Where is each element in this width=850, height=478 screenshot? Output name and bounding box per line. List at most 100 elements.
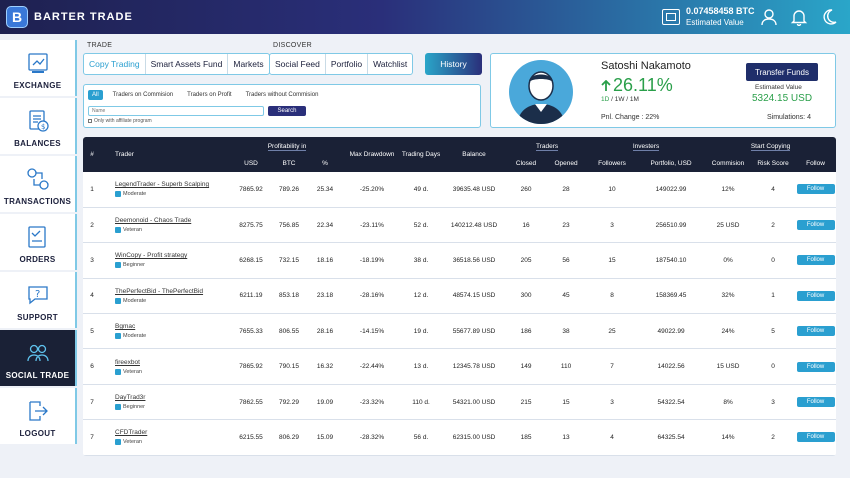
trader-name-link[interactable]: LegendTrader - Superb Scalping bbox=[115, 181, 231, 188]
trader-level: Veteran bbox=[115, 227, 231, 234]
cell-dd: -18.19% bbox=[343, 242, 402, 279]
trader-cell: LegendTrader - Superb Scalping Moderate bbox=[101, 172, 231, 208]
table-header-row-1: # Trader Profitability in Max Drawdown T… bbox=[83, 137, 836, 158]
header-opened[interactable]: Opened bbox=[545, 155, 587, 172]
trader-name-link[interactable]: Bgmac bbox=[115, 323, 231, 330]
cell-days: 52 d. bbox=[401, 207, 442, 244]
table-row[interactable]: 6 fireexbot Veteran 7865.92 790.15 16.32 -2… bbox=[83, 348, 836, 385]
cell-opened: 13 bbox=[545, 419, 588, 456]
tab-smart-assets-fund[interactable]: Smart Assets Fund bbox=[146, 54, 229, 74]
row-num: 1 bbox=[83, 172, 101, 208]
sidebar-item-exchange[interactable]: EXCHANGE bbox=[0, 40, 77, 96]
trader-name-link[interactable]: Deemonoid - Chaos Trade bbox=[115, 217, 231, 224]
sidebar-item-logout[interactable]: LOGOUT bbox=[0, 388, 77, 444]
sidebar-item-balances[interactable]: $ BALANCES bbox=[0, 98, 77, 154]
tab-markets[interactable]: Markets bbox=[228, 54, 268, 74]
header-portfolio[interactable]: Portfolio, USD bbox=[637, 155, 705, 172]
filter-all[interactable]: All bbox=[88, 90, 103, 100]
affiliate-checkbox[interactable]: Only with affiliate program bbox=[88, 118, 152, 124]
cell-closed: 260 bbox=[507, 172, 546, 208]
cell-risk: 4 bbox=[751, 172, 796, 208]
table-row[interactable]: 4 ThePerfectBid - ThePerfectBid Moderate… bbox=[83, 278, 836, 315]
user-icon[interactable] bbox=[760, 8, 778, 26]
cell-balance: 62315.00 USD bbox=[441, 419, 508, 456]
filter-profit[interactable]: Traders on Profit bbox=[183, 90, 235, 100]
tab-watchlist[interactable]: Watchlist bbox=[368, 54, 412, 74]
level-icon bbox=[115, 333, 121, 340]
follow-button[interactable]: Follow bbox=[796, 361, 835, 372]
cell-opened: 56 bbox=[545, 242, 588, 279]
cell-closed: 16 bbox=[507, 207, 546, 244]
row-num: 3 bbox=[83, 242, 101, 279]
header-closed[interactable]: Closed bbox=[507, 155, 545, 172]
follow-button[interactable]: Follow bbox=[796, 255, 835, 266]
cell-days: 19 d. bbox=[401, 313, 442, 350]
discover-tabs: Social Feed Portfolio Watchlist bbox=[269, 53, 414, 75]
trader-name-link[interactable]: WinCopy - Profit strategy bbox=[115, 252, 231, 259]
trader-name-link[interactable]: fireexbot bbox=[115, 359, 231, 366]
avatar-person-icon bbox=[517, 71, 565, 124]
header-trader[interactable]: Trader bbox=[101, 137, 231, 172]
cell-pct: 23.18 bbox=[307, 278, 344, 315]
table-row[interactable]: 5 Bgmac Moderate 7655.33 806.55 28.16 -14.1… bbox=[83, 313, 836, 350]
affiliate-label: Only with affiliate program bbox=[94, 118, 152, 124]
header-risk-score[interactable]: Risk Score bbox=[751, 155, 795, 172]
trader-name-link[interactable]: CFDTrader bbox=[115, 429, 231, 436]
sidebar-item-label: TRANSACTIONS bbox=[3, 197, 72, 206]
sidebar-item-orders[interactable]: ORDERS bbox=[0, 214, 77, 270]
trade-tabs: Copy Trading Smart Assets Fund Markets bbox=[83, 53, 270, 75]
table-row[interactable]: 1 LegendTrader - Superb Scalping Moderat… bbox=[83, 172, 836, 208]
filter-no-commision[interactable]: Traders without Commision bbox=[242, 90, 323, 100]
pnl-change: Pnl. Change : 22% bbox=[601, 114, 660, 121]
tab-copy-trading[interactable]: Copy Trading bbox=[84, 54, 146, 74]
header-btc[interactable]: BTC bbox=[271, 155, 307, 172]
header-usd[interactable]: USD bbox=[231, 155, 271, 172]
profile-card: Satoshi Nakamoto 26.11% 1D / 1W / 1M Pnl… bbox=[490, 53, 836, 128]
trader-level: Moderate bbox=[115, 297, 231, 304]
transfer-funds-button[interactable]: Transfer Funds bbox=[746, 63, 818, 81]
search-input[interactable] bbox=[88, 106, 264, 116]
table-row[interactable]: 2 Deemonoid - Chaos Trade Veteran 8275.7… bbox=[83, 207, 836, 244]
trader-level: Veteran bbox=[115, 368, 231, 375]
checkbox-box[interactable] bbox=[88, 119, 92, 123]
table-row[interactable]: 7 DayTrad3r Beginner 7862.55 792.29 19.09-… bbox=[83, 384, 836, 421]
estimated-value-label: Estimated Value bbox=[755, 84, 802, 91]
trader-name-link[interactable]: DayTrad3r bbox=[115, 394, 231, 401]
period-selector[interactable]: 1D / 1W / 1M bbox=[601, 96, 639, 103]
follow-button[interactable]: Follow bbox=[796, 326, 835, 337]
follow-button[interactable]: Follow bbox=[796, 220, 835, 231]
follow-button[interactable]: Follow bbox=[796, 184, 835, 195]
cell-commision: 24% bbox=[705, 313, 752, 350]
app-logo[interactable]: B BARTER TRADE bbox=[6, 6, 133, 28]
bell-icon[interactable] bbox=[790, 8, 808, 26]
filter-commision[interactable]: Traders on Commision bbox=[109, 90, 177, 100]
cell-portfolio: 54322.54 bbox=[637, 384, 706, 421]
cell-balance: 48574.15 USD bbox=[441, 278, 508, 315]
cell-balance: 39635.48 USD bbox=[441, 172, 508, 208]
follow-button[interactable]: Follow bbox=[796, 432, 835, 443]
header-balance[interactable]: Balance bbox=[441, 137, 507, 172]
header-followers[interactable]: Followers bbox=[587, 155, 637, 172]
follow-button[interactable]: Follow bbox=[796, 290, 835, 301]
sidebar-item-support[interactable]: ? SUPPORT bbox=[0, 272, 77, 328]
period-others[interactable]: / 1W / 1M bbox=[609, 96, 639, 103]
header-commision[interactable]: Commision bbox=[705, 155, 751, 172]
sidebar-item-social-trade[interactable]: SOCIAL TRADE bbox=[0, 330, 77, 386]
moon-icon[interactable] bbox=[820, 8, 838, 26]
table-row[interactable]: 3 WinCopy - Profit strategy Beginner 626… bbox=[83, 242, 836, 279]
wallet-summary[interactable]: 0.07458458 BTC Estimated Value bbox=[662, 6, 755, 28]
tab-social-feed[interactable]: Social Feed bbox=[270, 54, 326, 74]
trader-name-link[interactable]: ThePerfectBid - ThePerfectBid bbox=[115, 288, 231, 295]
follow-button[interactable]: Follow bbox=[796, 397, 835, 408]
header-drawdown[interactable]: Max Drawdown bbox=[343, 137, 401, 172]
table-row[interactable]: 7 CFDTrader Veteran 6215.55 806.29 15.09 -2… bbox=[83, 419, 836, 456]
row-num: 4 bbox=[83, 278, 101, 315]
search-button[interactable]: Search bbox=[268, 106, 306, 116]
tab-portfolio[interactable]: Portfolio bbox=[326, 54, 369, 74]
header-pct[interactable]: % bbox=[307, 155, 343, 172]
cell-portfolio: 14022.56 bbox=[637, 348, 706, 385]
wallet-estimated-label: Estimated Value bbox=[686, 18, 744, 27]
sidebar-item-transactions[interactable]: TRANSACTIONS bbox=[0, 156, 77, 212]
history-button[interactable]: History bbox=[425, 53, 482, 75]
header-trading-days[interactable]: Trading Days bbox=[401, 137, 441, 172]
